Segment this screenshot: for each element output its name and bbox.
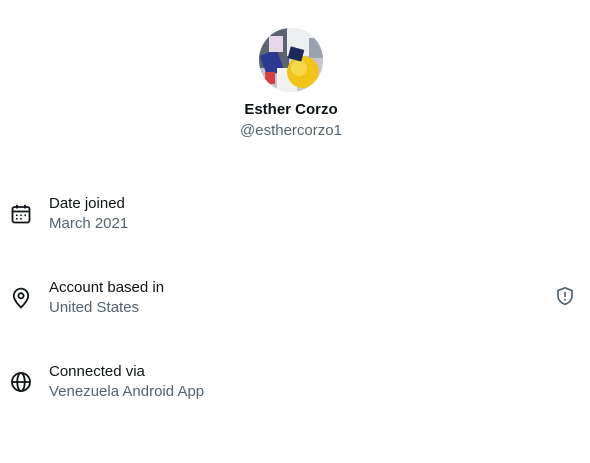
detail-row-date-joined: Date joined March 2021 (0, 194, 590, 238)
calendar-icon (10, 203, 32, 225)
detail-label: Connected via (49, 363, 145, 380)
avatar[interactable] (259, 28, 323, 92)
globe-icon (10, 371, 32, 393)
username-handle: @esthercorzo1 (240, 122, 342, 139)
detail-value: Venezuela Android App (49, 383, 205, 400)
shield-alert-icon[interactable] (555, 286, 575, 306)
detail-value: United States (49, 299, 140, 316)
detail-row-connected-via: Connected via Venezuela Android App (0, 362, 590, 406)
detail-row-account-based-in: Account based in United States (0, 278, 590, 322)
display-name: Esther Corzo (244, 101, 338, 118)
location-pin-icon (10, 287, 32, 309)
detail-value: March 2021 (49, 215, 129, 232)
avatar-image (259, 28, 323, 92)
detail-label: Date joined (49, 195, 125, 212)
detail-label: Account based in (49, 279, 165, 296)
